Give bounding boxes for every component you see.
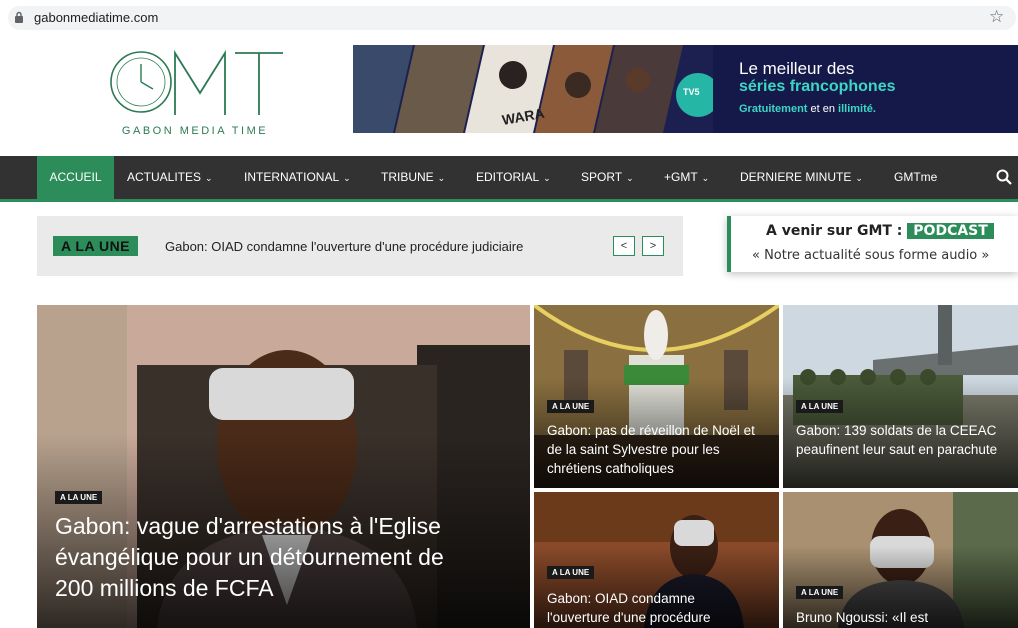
chevron-down-icon: ⌄ [543, 173, 551, 183]
article-title[interactable]: Gabon: vague d'arrestations à l'Eglise é… [55, 511, 455, 604]
browser-address-bar: gabonmediatime.com ☆ [0, 0, 1018, 36]
banner-line2: séries francophones [739, 78, 896, 95]
lock-icon [15, 11, 23, 23]
news-ticker: A LA UNE Gabon: OIAD condamne l'ouvertur… [37, 216, 683, 276]
banner-line1: Le meilleur des [739, 59, 855, 78]
article-title[interactable]: Gabon: pas de réveillon de Noël et de la… [547, 421, 772, 478]
site-logo[interactable]: GABON MEDIA TIME [95, 45, 295, 140]
article-badge: A LA UNE [796, 586, 844, 599]
search-icon[interactable] [996, 169, 1012, 185]
logo-subtitle: GABON MEDIA TIME [121, 125, 269, 137]
svg-text:TV5: TV5 [683, 87, 700, 97]
nav-item-editorial[interactable]: EDITORIAL ⌄ [476, 156, 551, 199]
face-blur [674, 520, 714, 546]
ticker-next-button[interactable]: > [642, 236, 664, 256]
chevron-down-icon: ⌄ [437, 173, 446, 183]
ticker-headline[interactable]: Gabon: OIAD condamne l'ouverture d'une p… [165, 239, 523, 254]
nav-item-actualites[interactable]: ACTUALITES ⌄ [127, 156, 213, 199]
podcast-badge: PODCAST [907, 223, 994, 239]
bookmark-star-icon[interactable]: ☆ [989, 7, 1004, 27]
banner-posters-image: WARA TV5 [353, 45, 713, 133]
banner-line3: Gratuitement et en illimité. [739, 103, 876, 115]
article-card[interactable]: A LA UNE Bruno Ngoussi: «Il est [783, 492, 1018, 628]
featured-article-card[interactable]: A LA UNE Gabon: vague d'arrestations à l… [37, 305, 530, 628]
nav-item-plus-gmt[interactable]: +GMT ⌄ [664, 156, 709, 199]
article-card[interactable]: A LA UNE Gabon: pas de réveillon de Noël… [534, 305, 779, 488]
face-blur [209, 368, 354, 420]
chevron-down-icon: ⌄ [205, 173, 213, 183]
article-title[interactable]: Gabon: OIAD condamne l'ouverture d'une p… [547, 589, 737, 627]
chevron-down-icon: ⌄ [626, 173, 634, 183]
article-badge: A LA UNE [796, 400, 844, 413]
podcast-subtitle: « Notre actualité sous forme audio » [752, 248, 990, 263]
gmt-logo-mark [110, 49, 283, 115]
article-badge: A LA UNE [547, 400, 595, 413]
nav-item-accueil[interactable]: ACCUEIL [37, 156, 114, 199]
article-title[interactable]: Gabon: 139 soldats de la CEEAC peaufinen… [796, 421, 1011, 459]
chevron-down-icon: ⌄ [855, 173, 863, 183]
article-card[interactable]: A LA UNE Gabon: 139 soldats de la CEEAC … [783, 305, 1018, 488]
url-field[interactable] [8, 6, 1016, 30]
article-card[interactable]: A LA UNE Gabon: OIAD condamne l'ouvertur… [534, 492, 779, 628]
chevron-down-icon: ⌄ [343, 173, 351, 183]
url-text[interactable]: gabonmediatime.com [34, 10, 158, 25]
article-badge: A LA UNE [547, 566, 595, 579]
nav-item-tribune[interactable]: TRIBUNE ⌄ [381, 156, 445, 199]
nav-item-sport[interactable]: SPORT ⌄ [581, 156, 634, 199]
nav-item-derniere-minute[interactable]: DERNIERE MINUTE ⌄ [740, 156, 863, 199]
chevron-down-icon: ⌄ [701, 173, 710, 183]
ticker-tag: A LA UNE [53, 236, 138, 256]
nav-item-international[interactable]: INTERNATIONAL ⌄ [244, 156, 351, 199]
nav-item-gmtme[interactable]: GMTme [894, 156, 937, 199]
article-badge: A LA UNE [55, 491, 103, 504]
tv5-banner-ad[interactable]: WARA TV5 Le meilleur des séries francoph… [353, 45, 1018, 133]
article-title[interactable]: Bruno Ngoussi: «Il est [796, 608, 1011, 627]
podcast-title: A venir sur GMT : PODCAST [766, 223, 994, 239]
podcast-promo[interactable]: A venir sur GMT : PODCAST « Notre actual… [727, 216, 1018, 272]
main-nav: ACCUEIL ACTUALITES ⌄ INTERNATIONAL ⌄ TRIBU… [0, 156, 1018, 202]
ticker-prev-button[interactable]: < [613, 236, 635, 256]
